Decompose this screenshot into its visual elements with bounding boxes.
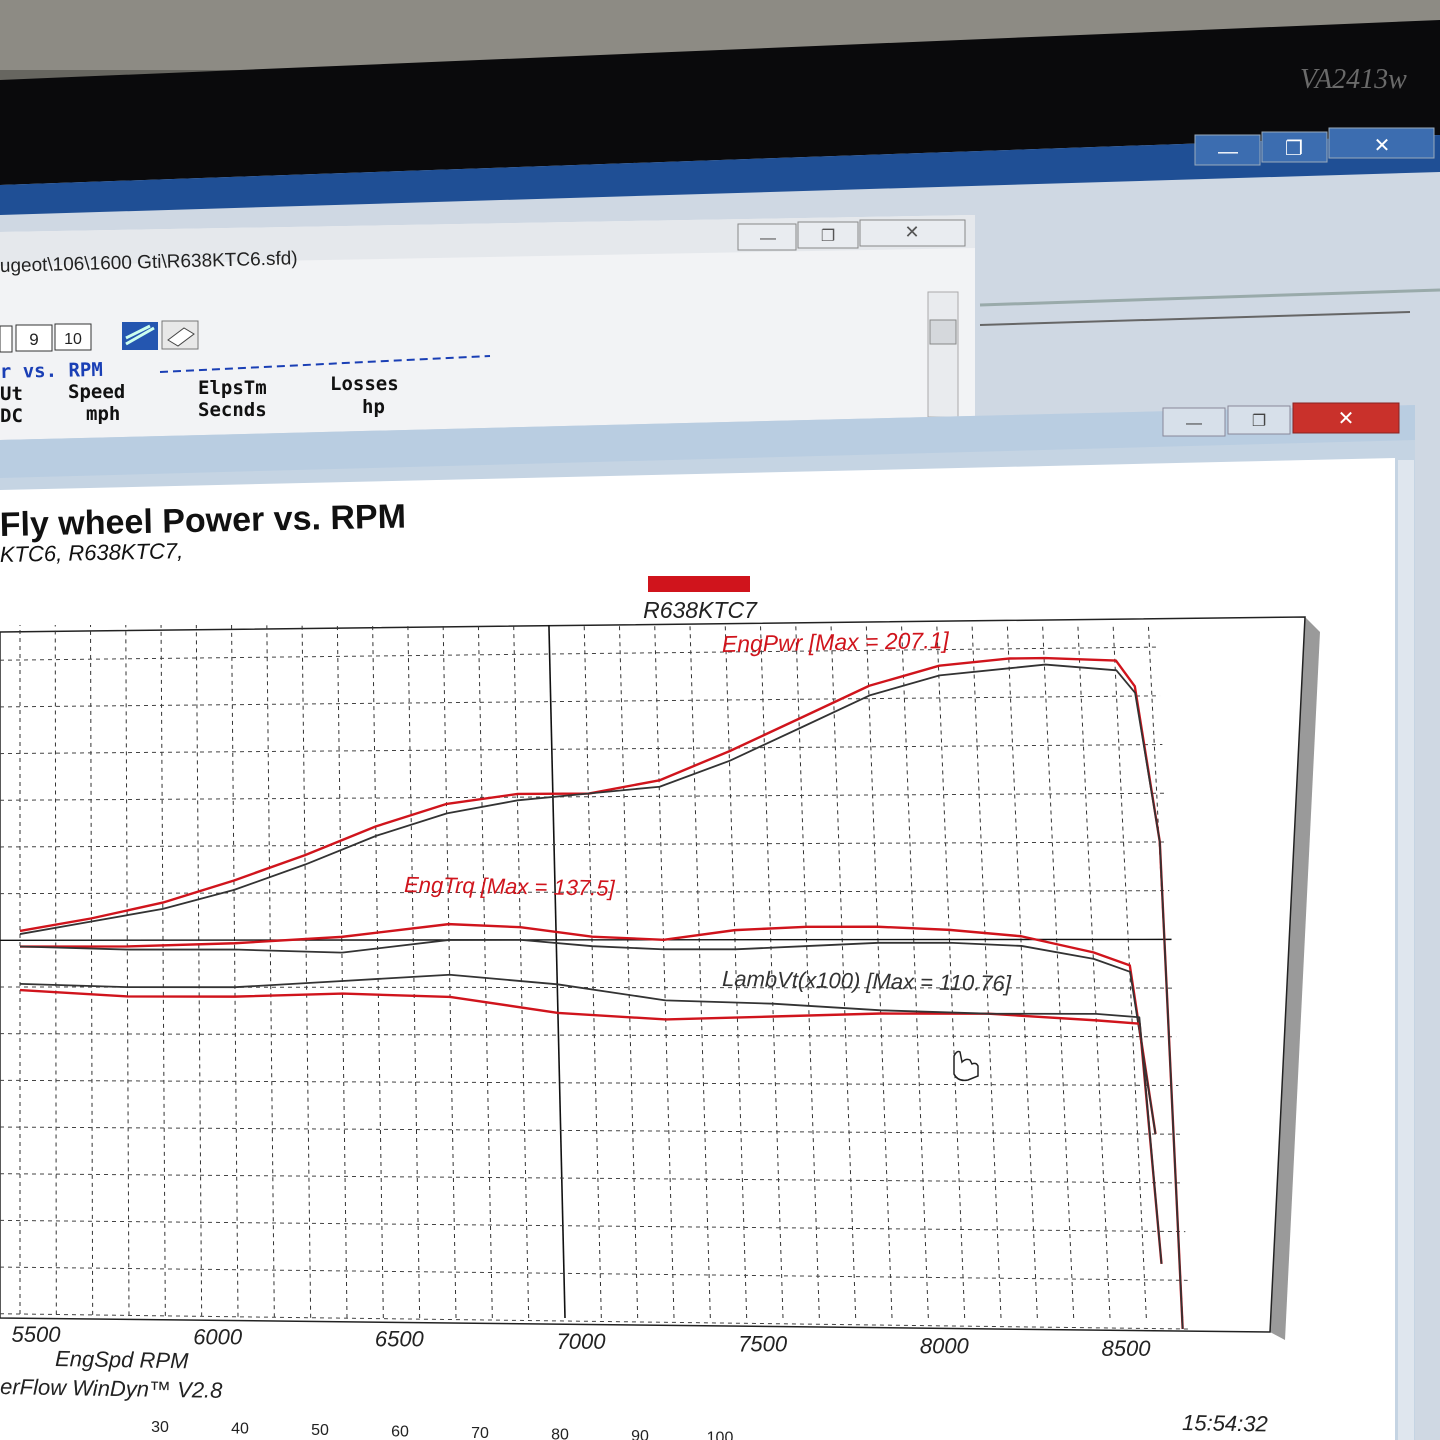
x-tick-label: 6000	[193, 1324, 243, 1349]
ruler-label: 100	[707, 1430, 734, 1440]
chart-window: — ❐ ✕ Fly wheel Power vs. RPM KTC6, R638…	[0, 402, 1415, 1440]
x-tick-label: 7500	[738, 1331, 788, 1356]
restore-icon: ❐	[1285, 138, 1303, 160]
timestamp: 15:54:32	[1182, 1410, 1268, 1436]
x-tick-label: 5500	[12, 1322, 62, 1347]
legend-label: R638KTC7	[643, 597, 758, 623]
annotation-engtrq: EngTrq [Max = 137.5]	[404, 872, 616, 901]
annotation-engpwr: EngPwr [Max = 207.1]	[722, 627, 950, 657]
report-heading: r vs. RPM	[0, 359, 103, 383]
chart-subtitle: KTC6, R638KTC7,	[0, 538, 183, 567]
photo-scene: VA2413w — ❐ ✕ ugeot\106\1600 Gti\R638KTC…	[0, 0, 1440, 1440]
ruler-label: 60	[391, 1424, 409, 1440]
column-name-speed: Speed	[68, 381, 125, 403]
ruler-label: 30	[151, 1419, 169, 1436]
ruler-label: 40	[231, 1421, 249, 1438]
chart-close-icon: ✕	[1338, 408, 1355, 430]
toolbar-button-10-label: 10	[64, 331, 82, 348]
report-minimize-icon: —	[760, 230, 776, 247]
column-name-losses: Losses	[330, 373, 399, 395]
column-unit-ut: DC	[0, 405, 23, 427]
monitor-model-label: VA2413w	[1300, 64, 1407, 95]
column-unit-elpstm: Secnds	[198, 399, 267, 421]
legend-swatch	[648, 576, 750, 592]
report-scrollbar[interactable]	[927, 291, 959, 418]
report-close-icon: ✕	[904, 222, 919, 242]
footer-brand: erFlow WinDyn™ V2.8	[0, 1374, 223, 1403]
close-icon: ✕	[1374, 135, 1391, 157]
grid-horizontal-line	[0, 938, 1172, 942]
annotation-lambvt: LambVt(x100) [Max = 110.76]	[722, 966, 1012, 996]
report-scroll-thumb[interactable]	[929, 319, 957, 345]
chart-minimize-icon: —	[1186, 415, 1202, 432]
column-name-ut: Ut	[0, 383, 23, 405]
report-restore-icon: ❐	[821, 228, 835, 245]
x-tick-label: 8500	[1102, 1336, 1152, 1361]
toolbar-button-8[interactable]	[0, 325, 13, 353]
x-axis-label: EngSpd RPM	[55, 1346, 189, 1373]
ruler-label: 80	[551, 1427, 569, 1440]
ruler-label: 50	[311, 1422, 329, 1439]
chart-restore-icon: ❐	[1252, 413, 1266, 430]
x-tick-label: 7000	[557, 1329, 607, 1354]
toolbar-button-9-label: 9	[29, 330, 38, 349]
column-name-elpstm: ElpsTm	[198, 377, 267, 399]
x-tick-label: 6500	[375, 1327, 425, 1352]
plot-area	[0, 616, 1306, 1333]
minimize-icon: —	[1218, 141, 1238, 163]
column-unit-speed: mph	[86, 403, 120, 425]
ruler-label: 90	[631, 1428, 649, 1440]
ruler-label: 70	[471, 1425, 489, 1440]
x-tick-label: 8000	[920, 1334, 970, 1359]
chart-scrollbar[interactable]	[1398, 460, 1414, 1440]
column-unit-losses: hp	[362, 396, 385, 418]
